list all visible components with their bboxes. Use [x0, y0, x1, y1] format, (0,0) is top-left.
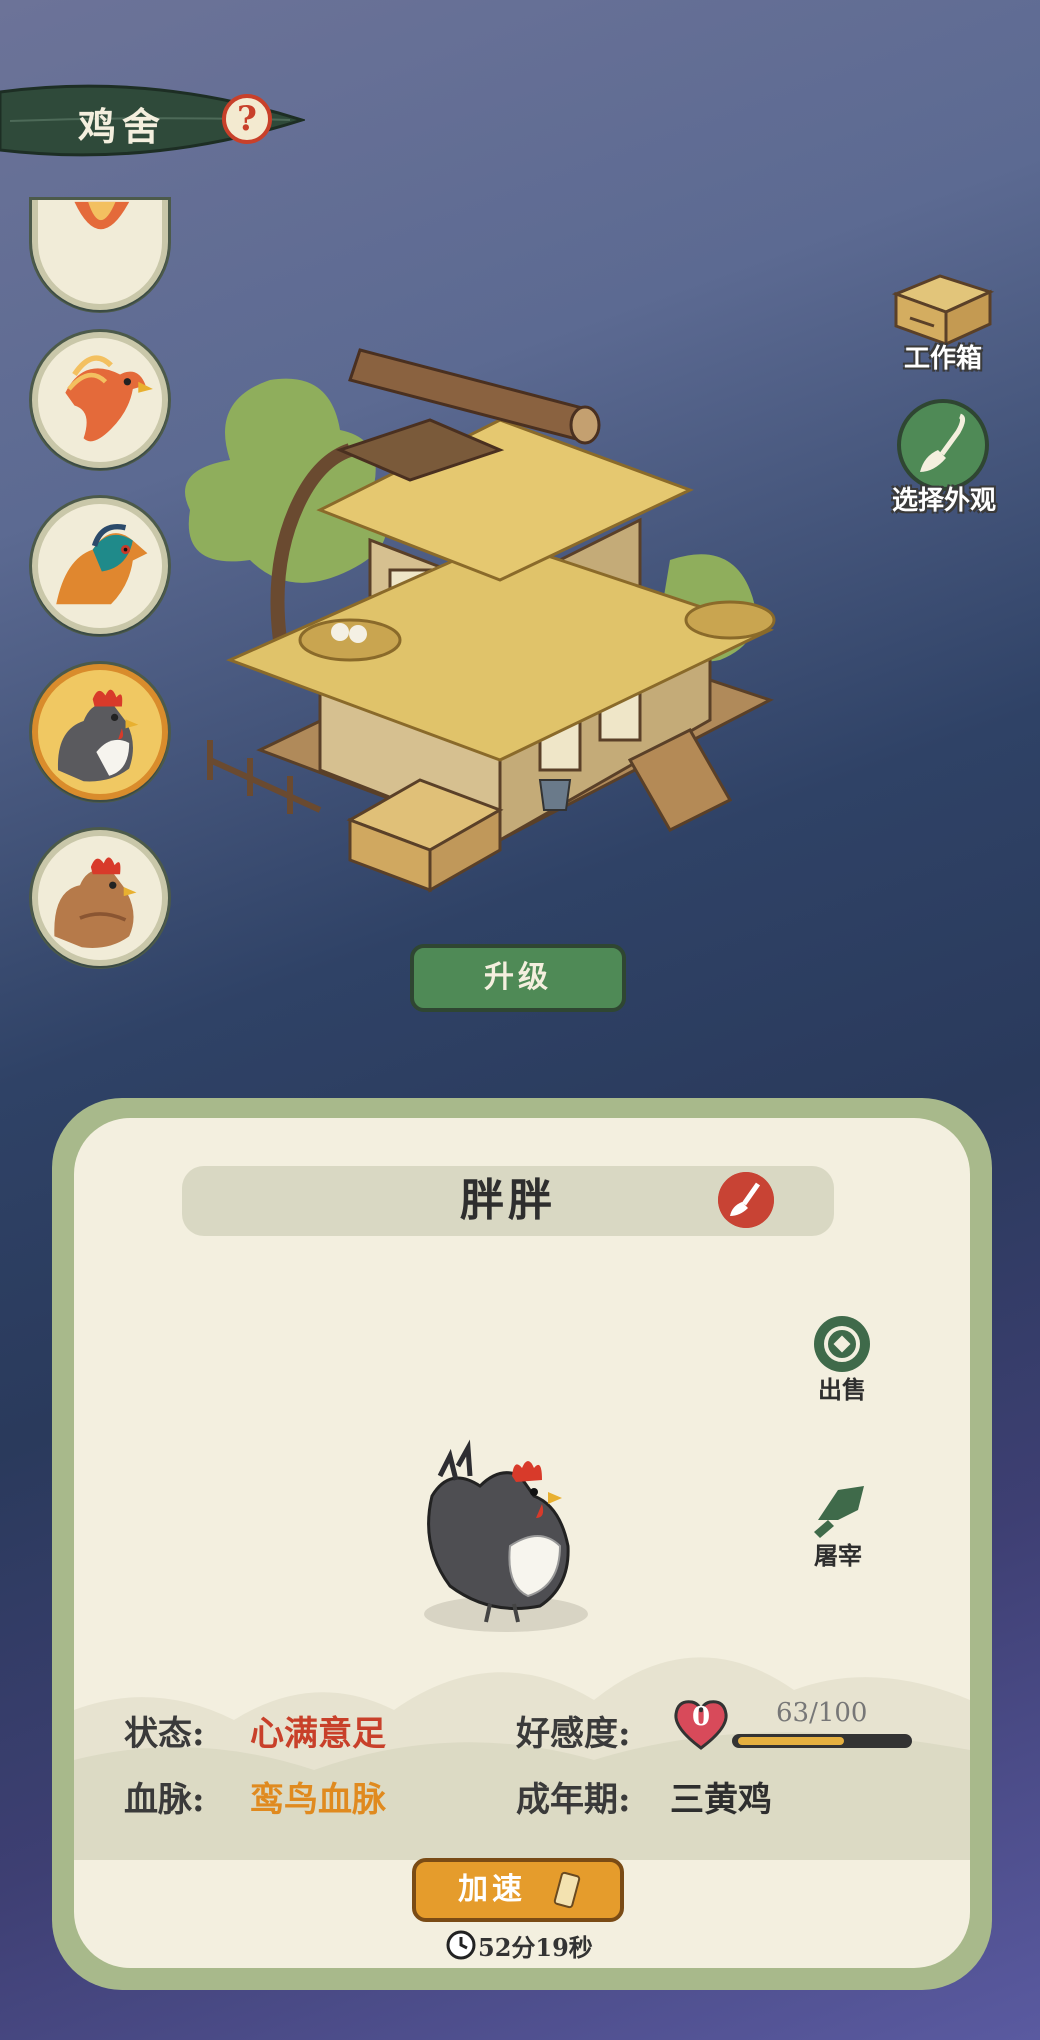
- clock-icon: [446, 1930, 476, 1960]
- choose-appearance-label[interactable]: 选择外观: [872, 480, 1016, 517]
- affinity-bar-fill: [738, 1737, 844, 1745]
- bloodline-value: 鸾鸟血脉: [250, 1780, 386, 1820]
- affinity-label: 好感度:: [516, 1714, 631, 1754]
- affinity-progress-text: 63/100: [776, 1698, 868, 1728]
- status-label: 状态:: [124, 1714, 205, 1754]
- cleaver-icon[interactable]: [808, 1480, 868, 1540]
- slaughter-label[interactable]: 屠宰: [793, 1536, 883, 1571]
- black-hen-icon: [57, 689, 139, 782]
- avatar-phoenix-partial[interactable]: [32, 200, 168, 310]
- coin-icon[interactable]: [812, 1314, 872, 1374]
- adult-stage-value: 三黄鸡: [670, 1780, 772, 1820]
- speed-up-label[interactable]: 加速: [412, 1858, 572, 1922]
- chicken-coop-illustration: [185, 348, 776, 893]
- phoenix-icon: [65, 355, 153, 442]
- avatar-peacock-pheasant[interactable]: [32, 498, 168, 634]
- phoenix-icon: [74, 201, 130, 230]
- avatar-phoenix[interactable]: [32, 332, 168, 468]
- bloodline-label: 血脉:: [124, 1780, 205, 1820]
- brown-hen-icon: [54, 857, 137, 948]
- sell-label[interactable]: 出售: [797, 1370, 887, 1405]
- adult-stage-label: 成年期:: [516, 1780, 631, 1820]
- help-icon[interactable]: ?: [222, 94, 272, 144]
- status-value: 心满意足: [250, 1714, 386, 1754]
- scroll-ticket-icon: [553, 1871, 581, 1909]
- workbox-label[interactable]: 工作箱: [880, 338, 1006, 375]
- upgrade-button[interactable]: 升级: [410, 944, 626, 1012]
- affinity-level: 0: [691, 1702, 711, 1732]
- avatar-brown-hen[interactable]: [32, 830, 168, 966]
- page-title: 鸡舍: [78, 104, 167, 149]
- black-hen-portrait: [424, 1439, 588, 1632]
- avatar-black-hen[interactable]: [32, 664, 168, 800]
- pheasant-icon: [56, 524, 148, 605]
- workbox-icon[interactable]: [890, 268, 996, 348]
- rename-brush-icon[interactable]: [718, 1172, 774, 1228]
- speed-up-timer: 52分19秒: [478, 1933, 593, 1962]
